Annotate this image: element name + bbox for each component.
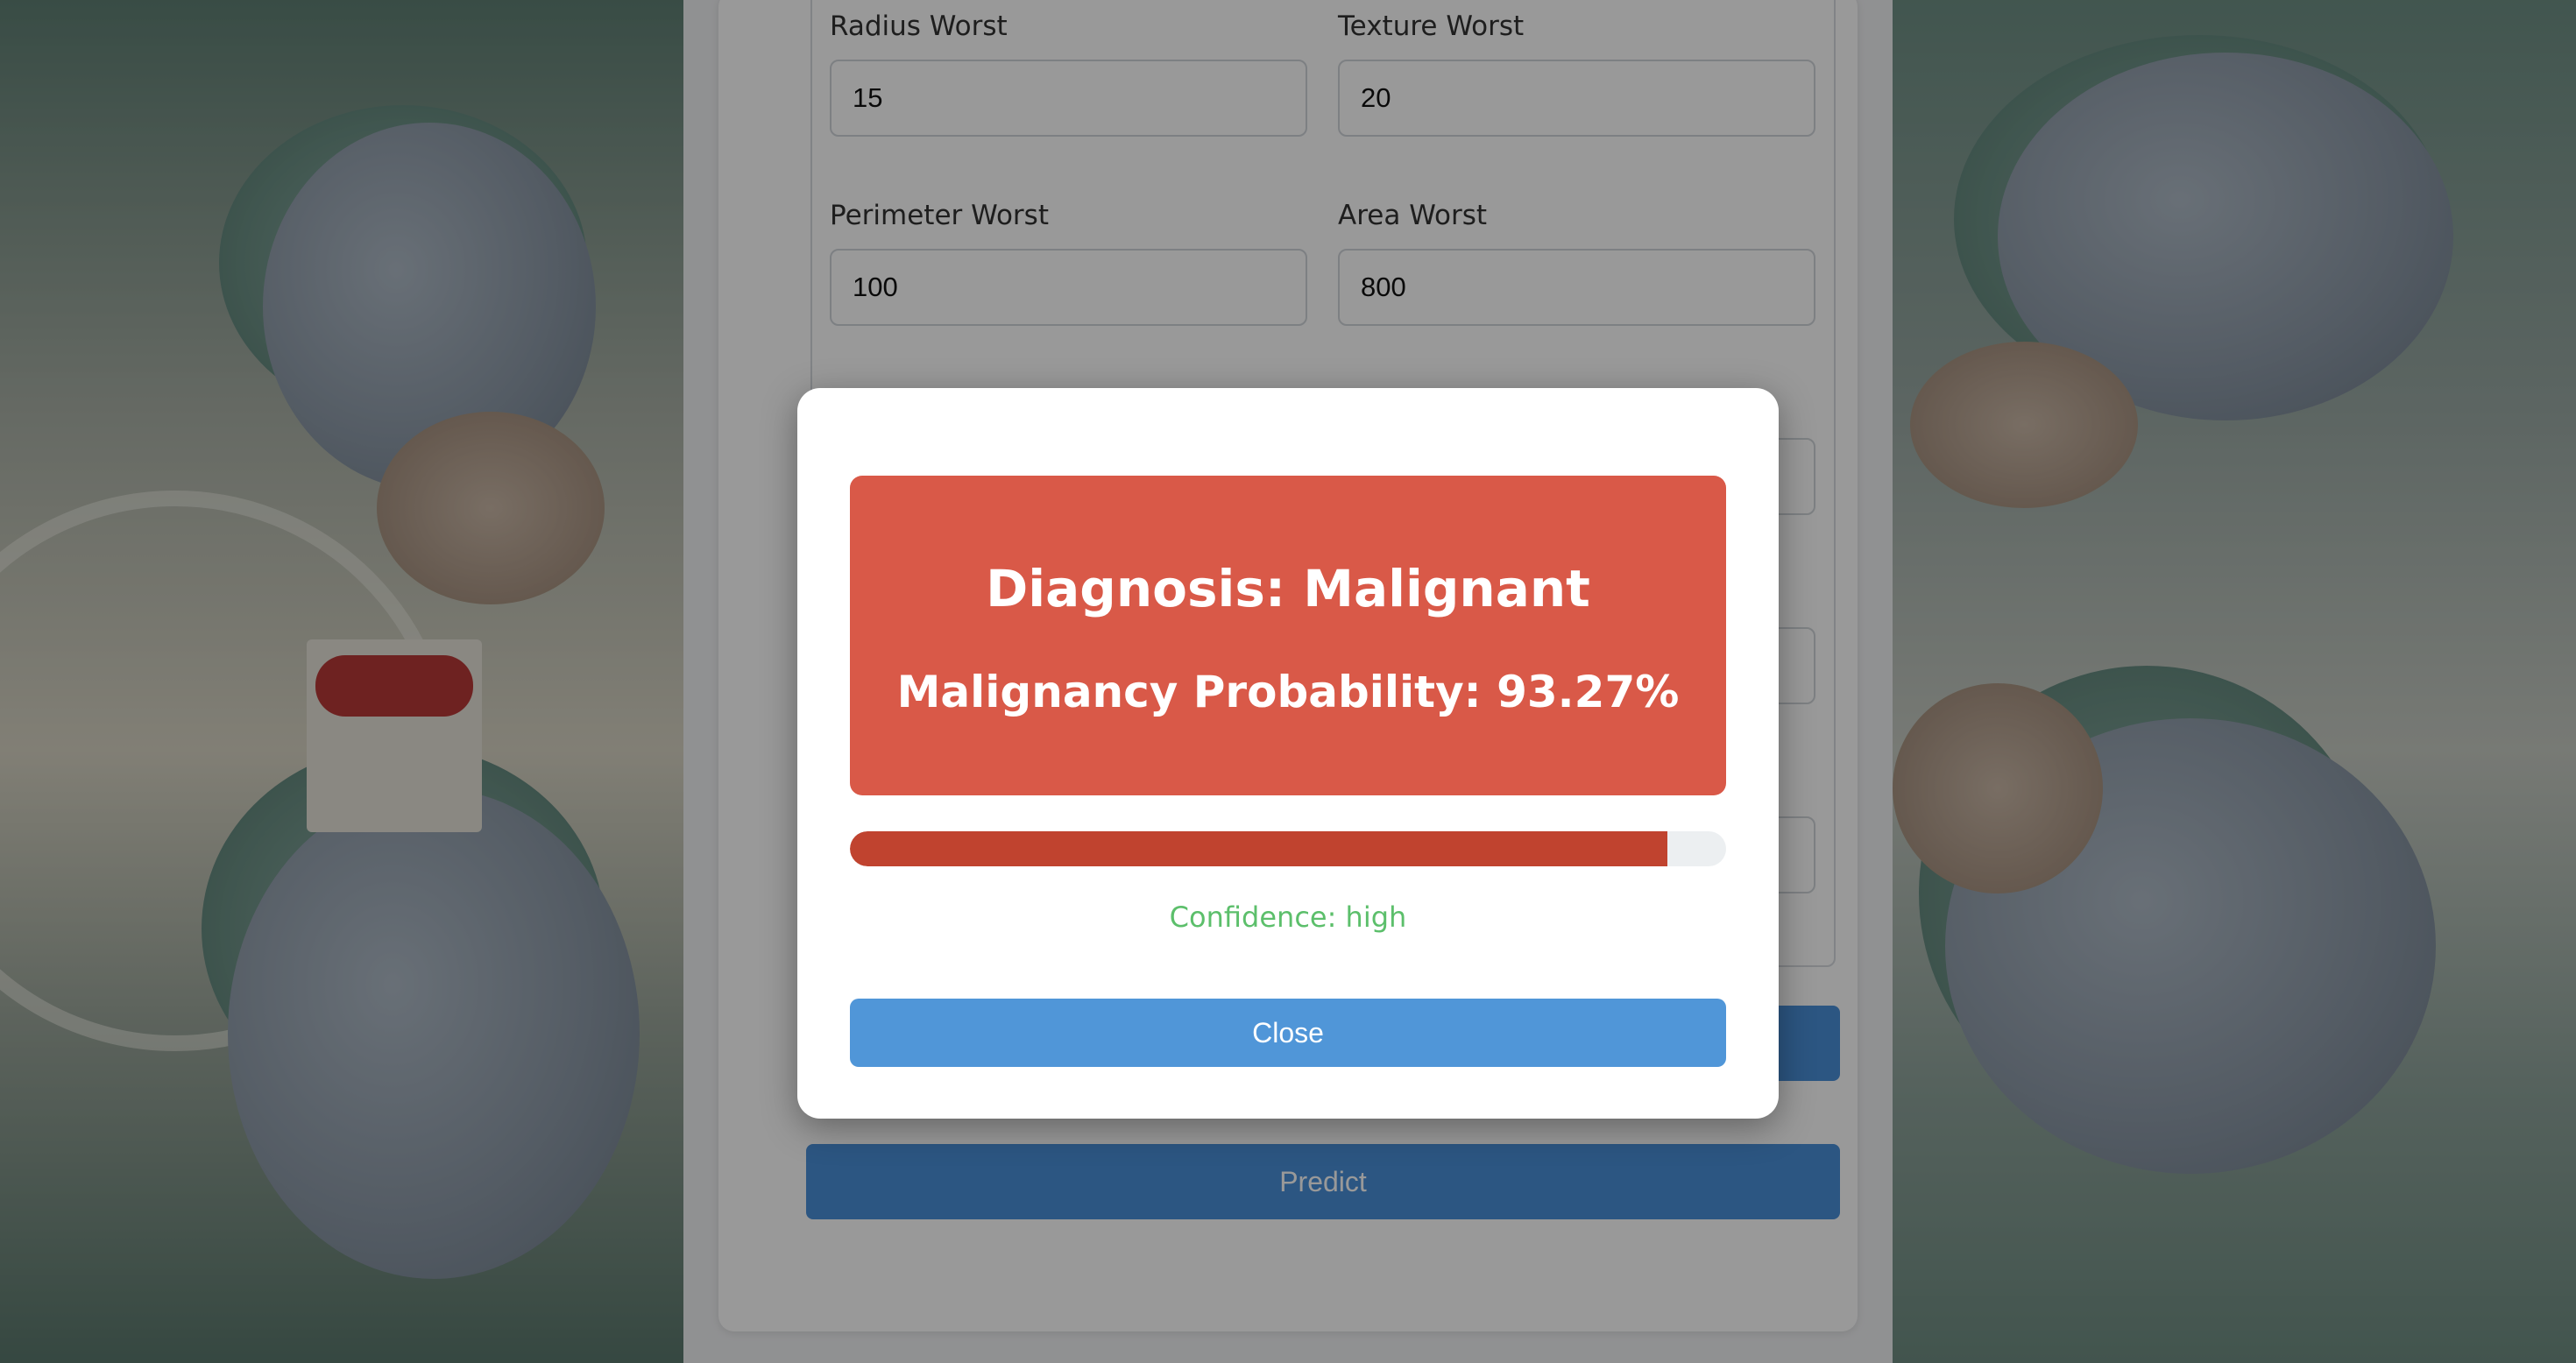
diagnosis-heading: Diagnosis: Malignant: [986, 559, 1590, 618]
probability-bar-track: [850, 831, 1726, 866]
diagnosis-result-box: Diagnosis: Malignant Malignancy Probabil…: [850, 476, 1726, 795]
result-modal: Diagnosis: Malignant Malignancy Probabil…: [797, 388, 1779, 1119]
confidence-text: Confidence: high: [1169, 900, 1407, 934]
malignancy-probability-text: Malignancy Probability: 93.27%: [896, 667, 1680, 717]
close-button[interactable]: Close: [850, 999, 1726, 1067]
probability-bar-fill: [850, 831, 1667, 866]
